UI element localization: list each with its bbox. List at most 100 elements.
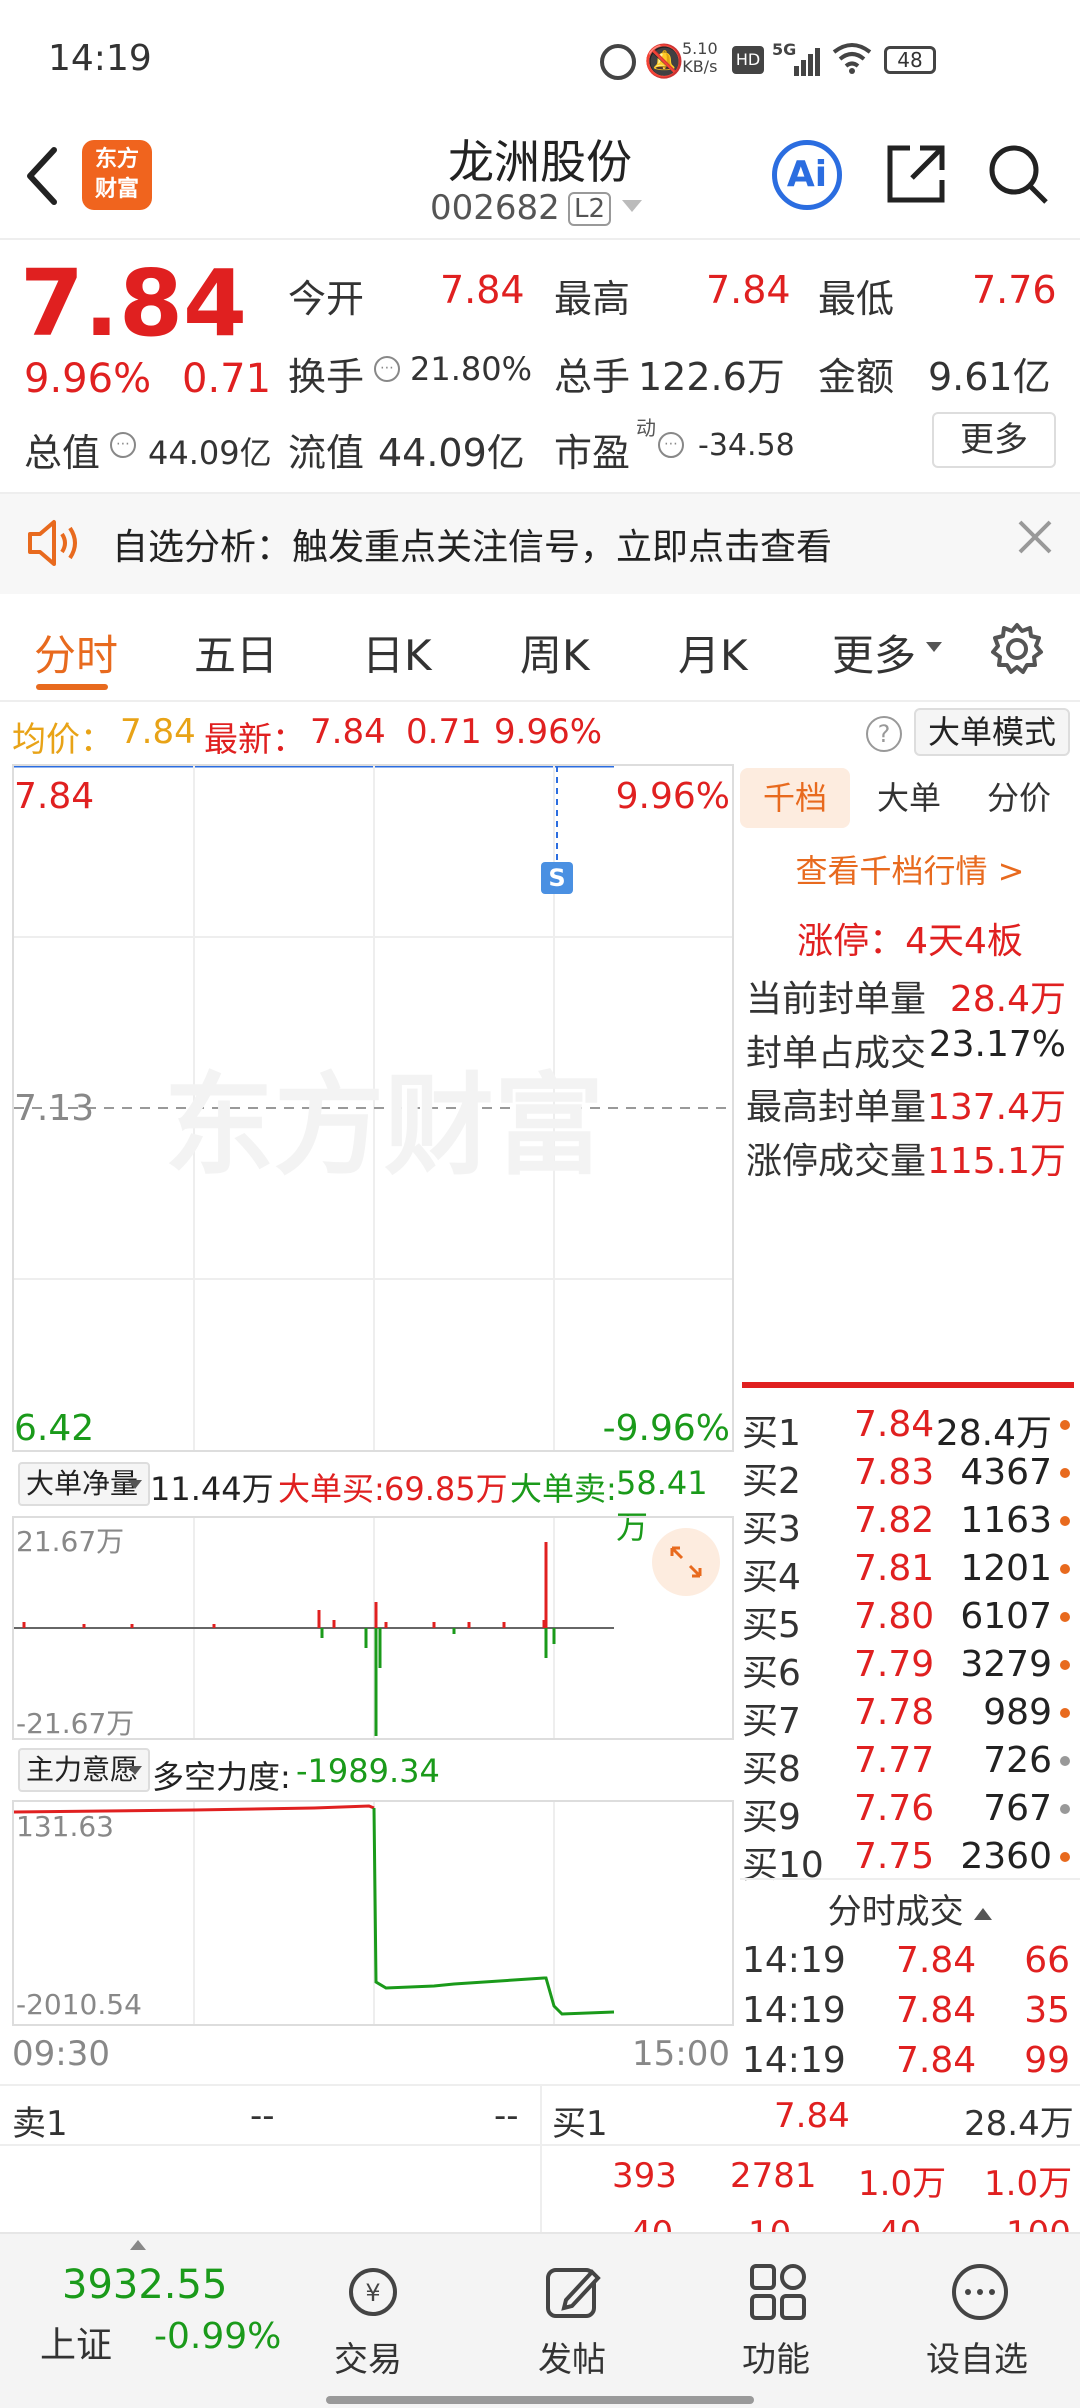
index-change[interactable]: -0.99% [154,2316,281,2357]
order-book-row[interactable]: 买5 7.80 6107 [742,1596,1072,1646]
order-price: 7.79 [854,1644,935,1685]
float-mv-label: 流值 [288,431,365,475]
info-icon[interactable]: ⋯ [374,356,400,382]
tab-intraday[interactable]: 分时 [34,622,118,683]
back-icon[interactable] [22,146,72,206]
level-badge[interactable]: L2 [568,192,612,226]
order-book-row[interactable]: 买3 7.82 1163 [742,1500,1072,1550]
trade-price: 7.84 [896,2040,977,2081]
stat-label: 当前封单量 [746,979,927,1020]
stat-label: 封单占成交 [746,1033,927,1074]
trade-price: 7.84 [896,1940,977,1981]
order-book-row[interactable]: 买1 7.84 28.4万 [742,1404,1072,1454]
order-level: 买2 [742,1461,801,1502]
tab-daily-k[interactable]: 日K [362,622,432,683]
ai-button[interactable]: Ai [772,140,842,210]
stat-value: 115.1万 [926,1141,1066,1182]
search-icon[interactable] [986,142,1050,210]
main-intent-selector[interactable]: 主力意愿 [18,1748,150,1792]
order-book-row[interactable]: 买6 7.79 3279 [742,1644,1072,1694]
order-book-row[interactable]: 买10 7.75 2360 [742,1836,1072,1886]
info-icon[interactable]: ⋯ [110,432,136,458]
trade-price: 7.84 [896,1990,977,2031]
more-button[interactable]: 更多 [932,412,1056,468]
chevron-down-icon[interactable] [622,200,642,212]
price-axis-mid: 7.13 [14,1088,95,1129]
trades-title[interactable]: 分时成交 [740,1884,1080,1933]
order-volume: 6107 [960,1596,1052,1637]
force-label: 多空力度: [152,1758,291,1796]
signal-banner[interactable]: 自选分析：触发重点关注信号，立即点击查看 [0,494,1080,594]
order-level: 买3 [742,1509,801,1550]
share-icon[interactable] [884,142,948,210]
signal-marker[interactable]: S [541,862,573,894]
tab-indicator [36,684,108,690]
chevron-down-icon [926,642,942,652]
order-book-row[interactable]: 买8 7.77 726 [742,1740,1072,1790]
function-icon[interactable] [748,2262,808,2326]
trade-time: 14:19 [742,1940,846,1981]
big-order-mode-button[interactable]: 大单模式 [914,708,1070,756]
tab-monthly-k[interactable]: 月K [678,622,748,683]
more-icon[interactable] [950,2262,1010,2326]
order-price: 7.77 [854,1740,935,1781]
pe-label: 市盈 [554,431,631,475]
side-tab-depth[interactable]: 千档 [740,768,850,828]
order-level: 买8 [742,1749,801,1790]
info-icon[interactable]: ⋯ [658,432,684,458]
side-tab-price-dist[interactable]: 分价 [964,768,1074,828]
order-level: 买7 [742,1701,801,1742]
chevron-up-icon [974,1907,993,1920]
main-intent-header: 主力意愿 多空力度: -1989.34 [12,1744,734,1800]
view-depth-link[interactable]: 查看千档行情 > [740,846,1080,892]
main-intent-chart[interactable]: 131.63 -2010.54 [12,1800,734,2026]
order-book-row[interactable]: 买4 7.81 1201 [742,1548,1072,1598]
queue-item: 40 [630,2214,673,2232]
net-volume-chart[interactable]: 21.67万 -21.67万 [12,1516,734,1740]
wifi-icon [832,42,872,82]
nav-trade[interactable]: 交易 [334,2332,402,2381]
chart-info-bar: 均价： 7.84 最新： 7.84 0.71 9.96% ? 大单模式 [0,704,1080,760]
order-book-row[interactable]: 买9 7.76 767 [742,1788,1072,1838]
nav-post[interactable]: 发帖 [538,2332,606,2381]
big-buy-value: 69.85万 [384,1470,508,1508]
mute-icon: 🔕 [644,42,684,80]
help-icon[interactable]: ? [866,716,902,752]
net-volume-min: -21.67万 [16,1707,135,1740]
hd-icon: HD [732,46,764,74]
volume-label: 总手 [554,355,631,399]
open-label: 今开 [288,277,365,321]
expand-icon[interactable] [652,1528,720,1596]
order-dot [1060,1612,1070,1622]
trade-icon[interactable]: ¥ [338,2264,408,2324]
order-level: 买9 [742,1797,801,1838]
order-book-row[interactable]: 买2 7.83 4367 [742,1452,1072,1502]
index-value[interactable]: 3932.55 [62,2262,227,2308]
pct-axis-bottom: -9.96% [602,1408,730,1449]
index-name[interactable]: 上证 [40,2316,112,2368]
latest-value: 7.84 [310,712,386,752]
order-book-row[interactable]: 买7 7.78 989 [742,1692,1072,1742]
tab-five-day[interactable]: 五日 [194,622,278,683]
open-value: 7.84 [440,268,525,312]
intraday-price-chart[interactable]: 东方财富 7.84 9.96% 7.13 6.42 -9.96% S [12,764,734,1452]
side-tab-big-order[interactable]: 大单 [854,768,964,828]
total-mv-value: 44.09亿 [148,434,272,472]
app-logo[interactable]: 东方 财富 [82,140,152,210]
nav-add-watchlist[interactable]: 设自选 [926,2332,1028,2381]
net-volume-selector[interactable]: 大单净量 [18,1462,150,1506]
tab-more[interactable]: 更多 [832,622,916,683]
nav-function[interactable]: 功能 [742,2332,810,2381]
big-buy-label: 大单买: [278,1470,385,1508]
order-volume: 4367 [960,1452,1052,1493]
close-icon[interactable] [1016,518,1054,560]
current-price: 7.84 [20,250,247,357]
gear-icon[interactable] [990,622,1044,680]
sell1-label: 卖1 [12,2104,68,2144]
trade-volume: 35 [1024,1990,1070,2031]
tab-weekly-k[interactable]: 周K [520,622,590,683]
order-level: 买6 [742,1653,801,1694]
post-icon[interactable] [544,2262,604,2326]
turnover-value: 21.80% [410,350,533,388]
pe-value: -34.58 [698,428,795,463]
